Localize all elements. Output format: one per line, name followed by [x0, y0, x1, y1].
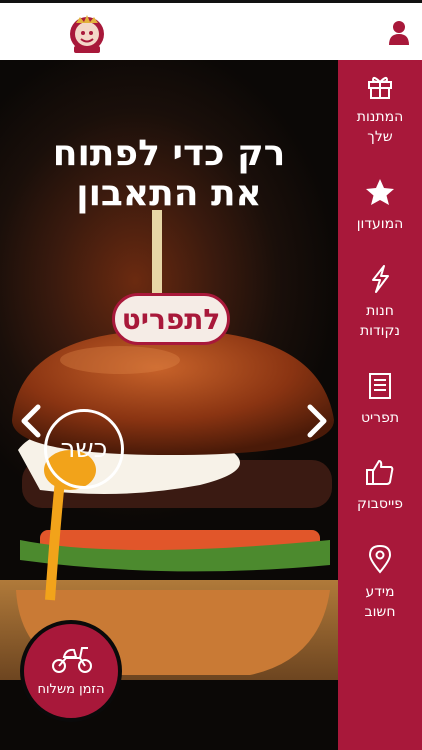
kosher-badge: כשר — [44, 409, 124, 489]
star-icon — [366, 179, 394, 205]
headline-line-2: את התאבון — [76, 173, 262, 214]
lightning-icon — [372, 265, 389, 293]
sidebar-item-label: המתנות שלך — [356, 109, 404, 145]
headline-line-1: רק כדי לפתוח — [52, 133, 286, 174]
sidebar-menu: המתנות שלך המועדון חנות נקודות תפריט פיי… — [338, 60, 422, 750]
to-menu-button[interactable]: לתפריט — [112, 293, 230, 345]
sidebar-item-label: חנות נקודות — [359, 303, 400, 339]
menu-book-icon — [369, 373, 391, 399]
thumbs-up-icon — [366, 460, 394, 485]
order-delivery-button[interactable]: הזמן משלוח — [20, 620, 122, 722]
sidebar-item-club[interactable]: המועדון — [338, 178, 422, 234]
sidebar-item-menu[interactable]: תפריט — [338, 372, 422, 428]
gift-icon — [368, 76, 392, 99]
top-bar — [0, 0, 422, 60]
sidebar-item-facebook[interactable]: פייסבוק — [338, 458, 422, 514]
delivery-label: הזמן משלוח — [37, 682, 105, 697]
sidebar-item-label: מידע חשוב — [364, 584, 396, 620]
user-profile-icon[interactable] — [388, 20, 410, 46]
sidebar-item-label: תפריט — [360, 410, 400, 426]
brand-logo[interactable] — [66, 11, 108, 55]
location-pin-icon — [368, 544, 392, 574]
sidebar-item-points-store[interactable]: חנות נקודות — [338, 265, 422, 341]
sidebar-item-label: המועדון — [356, 216, 404, 232]
hero-headline: רק כדי לפתוח את התאבון — [0, 134, 338, 214]
sidebar-item-info[interactable]: מידע חשוב — [338, 544, 422, 622]
chevron-right-icon[interactable] — [304, 404, 330, 438]
scooter-icon — [52, 647, 92, 673]
sidebar-item-gifts[interactable]: המתנות שלך — [338, 73, 422, 147]
sidebar-item-label: פייסבוק — [357, 496, 403, 512]
chevron-left-icon[interactable] — [18, 404, 44, 438]
